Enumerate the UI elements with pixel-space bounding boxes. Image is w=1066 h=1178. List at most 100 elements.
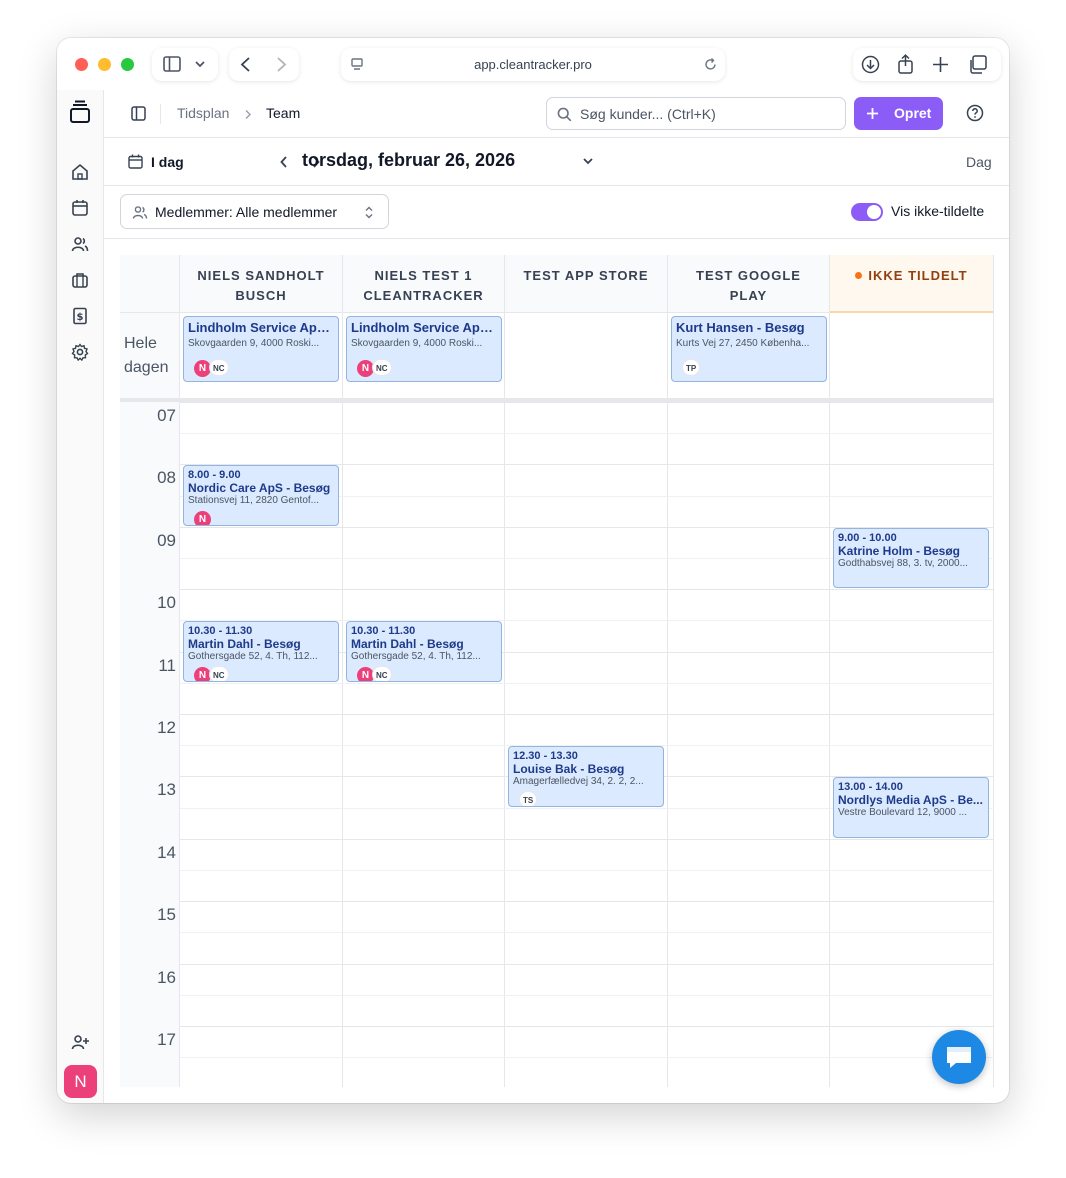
event-card[interactable]: 12.30 - 13.30 Louise Bak - Besøg Amagerfæl… xyxy=(508,746,664,807)
help-icon[interactable] xyxy=(966,104,984,122)
current-date-title[interactable]: torsdag, februar 26, 2026 xyxy=(302,150,515,171)
column-header: NIELS SANDHOLT BUSCH xyxy=(180,255,343,313)
team-calendar: Hele dagen NIELS SANDHOLT BUSCH NIELS TEST… xyxy=(120,255,994,1087)
calendar-corner xyxy=(120,255,180,313)
column-header-line1: TEST APP STORE xyxy=(523,268,649,283)
invoice-icon[interactable]: $ xyxy=(71,307,89,325)
all-day-label-line1: Hele xyxy=(124,335,157,352)
assignee-avatars: N NC xyxy=(357,665,392,681)
members-select-value: Medlemmer: Alle medlemmer xyxy=(155,204,338,220)
half-hour-line xyxy=(180,433,994,435)
event-address: Gothersgade 52, 4. Th, 112... xyxy=(351,651,481,663)
hour-label: 12 xyxy=(157,718,176,737)
column-header-line1: NIELS TEST 1 xyxy=(374,268,473,283)
show-unassigned-label: Vis ikke-tildelte xyxy=(891,203,985,219)
browser-window: app.cleantracker.pro $ N Tidsplan Team S… xyxy=(57,38,1009,1103)
tabs-overview-icon[interactable] xyxy=(968,55,987,74)
event-time: 10.30 - 11.30 xyxy=(188,625,253,638)
users-icon[interactable] xyxy=(71,235,89,253)
home-icon[interactable] xyxy=(71,163,89,181)
event-card[interactable]: 8.00 - 9.00 Nordic Care ApS - Besøg Statio… xyxy=(183,465,339,526)
app-sidebar: $ N xyxy=(57,90,104,1103)
event-title: Kurt Hansen - Besøg xyxy=(676,320,805,335)
all-day-event[interactable]: Lindholm Service ApS... Skovgaarden 9, 40… xyxy=(346,316,502,382)
column-header-line1: IKKE TILDELT xyxy=(868,268,968,283)
forward-arrow-icon[interactable] xyxy=(274,56,288,73)
sidebar-toggle-icon xyxy=(163,56,181,72)
event-card[interactable]: 9.00 - 10.00 Katrine Holm - Besøg Godthabs… xyxy=(833,527,989,589)
all-day-event[interactable]: Lindholm Service ApS... Skovgaarden 9, 40… xyxy=(183,316,339,382)
assignee-avatar: NC xyxy=(372,666,392,681)
event-title: Katrine Holm - Besøg xyxy=(838,543,961,558)
search-input[interactable]: Søg kunder... (Ctrl+K) xyxy=(546,97,846,130)
browser-sidebar-button[interactable] xyxy=(152,48,218,81)
download-icon[interactable] xyxy=(861,55,880,74)
hour-label: 13 xyxy=(157,780,176,800)
assignee-avatar: NC xyxy=(209,359,229,376)
chevron-right-icon xyxy=(245,109,252,120)
share-icon[interactable] xyxy=(897,54,914,74)
event-card[interactable]: 10.30 - 11.30 Martin Dahl - Besøg Gothersg… xyxy=(183,621,339,682)
event-card[interactable]: 13.00 - 14.00 Nordlys Media ApS - Be... Ve… xyxy=(833,777,989,838)
plus-icon xyxy=(867,108,878,119)
hour-label: 11 xyxy=(158,655,176,675)
hour-line xyxy=(180,963,994,965)
all-day-event[interactable]: Kurt Hansen - Besøg Kurts Vej 27, 2450 Kø… xyxy=(671,316,827,382)
minimize-window-button[interactable] xyxy=(98,58,111,71)
today-label: I dag xyxy=(151,154,184,170)
hour-label: 09 xyxy=(157,530,176,550)
hour-line xyxy=(180,901,994,903)
chat-button[interactable] xyxy=(932,1030,986,1084)
half-hour-line xyxy=(180,932,994,934)
add-user-icon[interactable] xyxy=(71,1033,89,1051)
half-hour-line xyxy=(180,994,994,996)
column-header-line2: BUSCH xyxy=(235,288,287,303)
sidebar-collapse-icon[interactable] xyxy=(131,106,146,121)
app-logo-icon[interactable] xyxy=(69,100,91,124)
hour-label: 15 xyxy=(157,905,176,925)
chevron-down-icon[interactable] xyxy=(582,157,594,166)
half-hour-line xyxy=(180,682,994,684)
gear-icon[interactable] xyxy=(71,343,89,361)
today-button[interactable]: I dag xyxy=(128,152,192,172)
members-select[interactable]: Medlemmer: Alle medlemmer xyxy=(120,194,389,229)
back-arrow-icon[interactable] xyxy=(239,56,253,73)
column-divider xyxy=(504,255,505,1087)
event-title: Martin Dahl - Besøg xyxy=(188,637,301,652)
breadcrumb-tidsplan[interactable]: Tidsplan xyxy=(177,105,229,121)
close-window-button[interactable] xyxy=(75,58,88,71)
briefcase-icon[interactable] xyxy=(71,271,89,289)
search-placeholder: Søg kunder... (Ctrl+K) xyxy=(580,106,716,122)
all-day-label: Hele dagen xyxy=(124,332,169,380)
assignee-avatar: TS xyxy=(519,791,538,806)
event-title: Nordlys Media ApS - Be... xyxy=(838,793,983,808)
assignee-avatars: TP xyxy=(682,358,701,376)
column-header-line1: NIELS SANDHOLT xyxy=(197,268,325,283)
create-button[interactable]: Opret xyxy=(854,97,943,130)
half-hour-line xyxy=(180,870,994,871)
event-address: Gothersgade 52, 4. Th, 112... xyxy=(188,651,318,663)
show-unassigned-toggle[interactable] xyxy=(851,203,883,221)
event-address: Vestre Boulevard 12, 9000 ... xyxy=(838,807,967,819)
event-address: Amagerfælledvej 34, 2. 2, 2... xyxy=(513,776,644,788)
column-header-line2: CLEANTRACKER xyxy=(363,288,484,303)
column-divider xyxy=(667,255,668,1087)
zoom-window-button[interactable] xyxy=(121,58,134,71)
view-selector[interactable]: Dag xyxy=(966,154,992,170)
calendar-icon[interactable] xyxy=(71,199,89,217)
event-time: 9.00 - 10.00 xyxy=(838,531,897,544)
assignee-avatar: NC xyxy=(372,359,392,376)
event-card[interactable]: 10.30 - 11.30 Martin Dahl - Besøg Gothersg… xyxy=(346,621,502,682)
new-tab-plus-icon[interactable] xyxy=(932,56,949,73)
reload-icon[interactable] xyxy=(703,57,718,72)
create-button-label: Opret xyxy=(894,105,932,121)
event-address: Godthabsvej 88, 3. tv, 2000... xyxy=(838,557,968,569)
assignee-avatars: N NC xyxy=(194,358,229,377)
breadcrumb-team: Team xyxy=(266,105,301,121)
browser-nav-buttons xyxy=(229,48,299,81)
address-bar[interactable]: app.cleantracker.pro xyxy=(341,48,725,81)
column-header: IKKE TILDELT xyxy=(830,255,994,313)
user-avatar[interactable]: N xyxy=(64,1065,97,1098)
previous-day-icon[interactable] xyxy=(279,155,289,169)
event-title: Louise Bak - Besøg xyxy=(513,762,625,777)
